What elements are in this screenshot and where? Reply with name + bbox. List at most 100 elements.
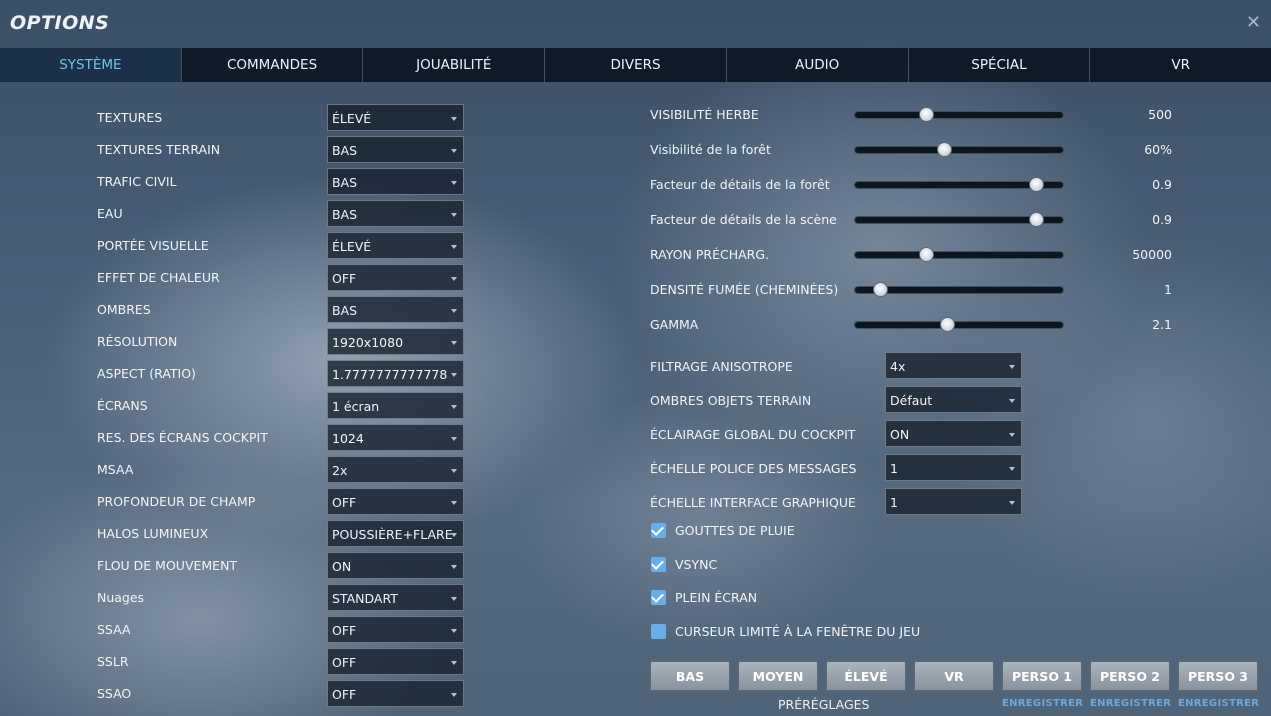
slider-facteur-de-details-de-la-foret[interactable] [854, 177, 1064, 192]
setting-label: SSAA [97, 622, 131, 637]
setting-label: OMBRES OBJETS TERRAIN [650, 393, 812, 408]
save-perso-1-link[interactable]: ENREGISTRER [1002, 698, 1083, 709]
dropdown-echelle-police-des-messages[interactable]: 1 [885, 454, 1022, 481]
tab-vr[interactable]: VR [1089, 48, 1271, 82]
dropdown-flou-de-mouvement[interactable]: ON [327, 552, 464, 579]
slider-handle[interactable] [937, 142, 953, 157]
chevron-down-icon [451, 213, 457, 217]
chevron-down-icon [1009, 365, 1015, 369]
tab-special[interactable]: SPÉCIAL [907, 48, 1090, 82]
dropdown-trafic-civil[interactable]: BAS [327, 168, 464, 195]
dropdown-ssao[interactable]: OFF [327, 680, 464, 707]
dropdown-textures[interactable]: ÉLEVÉ [327, 104, 464, 131]
checkbox[interactable] [651, 590, 666, 606]
dropdown-portee-visuelle[interactable]: ÉLEVÉ [327, 232, 464, 259]
preset-moyen-button[interactable]: MOYEN [738, 661, 818, 691]
slider-facteur-de-details-de-la-scene[interactable] [854, 212, 1064, 227]
dropdown-value: ON [332, 559, 352, 574]
slider-densite-fumee-cheminees[interactable] [854, 282, 1064, 297]
dropdown-value: POUSSIÈRE+FLARE [332, 527, 453, 542]
slider-row: VISIBILITÉ HERBE 500 [650, 101, 1180, 136]
slider-gamma[interactable] [854, 317, 1064, 332]
dropdown-filtrage-anisotrope[interactable]: 4x [885, 352, 1022, 379]
dropdown-effet-de-chaleur[interactable]: OFF [327, 264, 464, 291]
setting-row: PORTÉE VISUELLE ÉLEVÉ [97, 229, 467, 261]
slider-handle[interactable] [872, 282, 888, 297]
slider-handle[interactable] [939, 317, 955, 332]
chevron-down-icon [451, 437, 457, 441]
setting-row: OMBRES OBJETS TERRAIN Défaut [650, 384, 1022, 418]
slider-rayon-precharg[interactable] [854, 247, 1064, 262]
dropdown-echelle-interface-graphique[interactable]: 1 [885, 488, 1022, 515]
slider-visibilite-de-la-foret[interactable] [854, 142, 1064, 157]
dropdown-textures-terrain[interactable]: BAS [327, 136, 464, 163]
dropdown-msaa[interactable]: 2x [327, 456, 464, 483]
checkmark-icon [651, 523, 664, 536]
dropdown-value: OFF [332, 655, 357, 670]
preset-perso-2-button[interactable]: PERSO 2 [1090, 661, 1170, 691]
setting-row: TEXTURES ÉLEVÉ [97, 101, 467, 133]
slider-label: VISIBILITÉ HERBE [650, 107, 759, 122]
setting-row: EFFET DE CHALEUR OFF [97, 261, 467, 293]
checkbox-label: GOUTTES DE PLUIE [675, 523, 795, 538]
dropdown-value: ON [890, 427, 910, 442]
setting-label: FILTRAGE ANISOTROPE [650, 359, 793, 374]
setting-label: MSAA [97, 462, 134, 477]
checkmark-icon [651, 590, 664, 604]
save-perso-2-link[interactable]: ENREGISTRER [1090, 698, 1171, 709]
preset-perso-3-button[interactable]: PERSO 3 [1178, 661, 1258, 691]
dropdown-ombres[interactable]: BAS [327, 296, 464, 323]
save-perso-3-link[interactable]: ENREGISTRER [1178, 698, 1259, 709]
preset-vr-button[interactable]: VR [914, 661, 994, 691]
setting-label: PORTÉE VISUELLE [97, 238, 209, 253]
slider-visibilite-herbe[interactable] [854, 107, 1064, 122]
dropdown-aspect-ratio[interactable]: 1.7777777777778 [327, 360, 464, 387]
dropdown-sslr[interactable]: OFF [327, 648, 464, 675]
tab-audio[interactable]: AUDIO [725, 48, 908, 82]
dropdown-eclairage-global-du-cockpit[interactable]: ON [885, 420, 1022, 447]
chevron-down-icon [451, 117, 457, 121]
dropdown-profondeur-de-champ[interactable]: OFF [327, 488, 464, 515]
preset-bas-button[interactable]: BAS [650, 661, 730, 691]
checkbox-vsync[interactable]: VSYNC [650, 550, 1050, 580]
dropdown-nuages[interactable]: STANDART [327, 584, 464, 611]
preset-eleve-button[interactable]: ÉLEVÉ [826, 661, 906, 691]
dropdown-res-des-ecrans-cockpit[interactable]: 1024 [327, 424, 464, 451]
setting-row: MSAA 2x [97, 453, 467, 485]
slider-row: RAYON PRÉCHARG. 50000 [650, 241, 1180, 276]
tab-jouabilite[interactable]: JOUABILITÉ [362, 48, 544, 82]
close-icon[interactable]: ✕ [1246, 12, 1261, 33]
checkbox[interactable] [651, 556, 666, 572]
dropdown-eau[interactable]: BAS [327, 200, 464, 227]
slider-row: Facteur de détails de la scène 0.9 [650, 206, 1180, 241]
preset-perso-1-button[interactable]: PERSO 1 [1002, 661, 1082, 691]
tab-systeme[interactable]: SYSTÈME [0, 48, 181, 82]
slider-handle[interactable] [1028, 177, 1044, 192]
tab-commandes[interactable]: COMMANDES [180, 48, 363, 82]
dropdown-ombres-objets-terrain[interactable]: Défaut [885, 386, 1022, 413]
setting-row: ÉCRANS 1 écran [97, 389, 467, 421]
checkbox-gouttes-de-pluie[interactable]: GOUTTES DE PLUIE [650, 516, 1050, 546]
checkbox-curseur-limite-a-la-fenetre-du-jeu[interactable]: CURSEUR LIMITÉ À LA FENÊTRE DU JEU [650, 617, 1050, 647]
setting-label: ÉCRANS [97, 398, 148, 413]
dropdown-value: 4x [890, 359, 906, 374]
dropdown-halos-lumineux[interactable]: POUSSIÈRE+FLARE [327, 520, 464, 547]
dropdown-resolution[interactable]: 1920x1080 [327, 328, 464, 355]
checkbox[interactable] [651, 523, 666, 538]
dropdown-ssaa[interactable]: OFF [327, 616, 464, 643]
tab-divers[interactable]: DIVERS [544, 48, 726, 82]
chevron-down-icon [451, 469, 457, 473]
setting-label: SSAO [97, 686, 132, 701]
checkbox-plein-ecran[interactable]: PLEIN ÉCRAN [650, 583, 1050, 613]
checkbox[interactable] [651, 624, 666, 640]
setting-label: ÉCHELLE INTERFACE GRAPHIQUE [650, 495, 856, 510]
setting-row: TEXTURES TERRAIN BAS [97, 133, 467, 165]
chevron-down-icon [451, 405, 457, 409]
dropdown-ecrans[interactable]: 1 écran [327, 392, 464, 419]
slider-handle[interactable] [918, 247, 934, 262]
slider-handle[interactable] [918, 107, 934, 122]
slider-row: Visibilité de la forêt 60% [650, 136, 1180, 171]
slider-handle[interactable] [1028, 212, 1044, 227]
checkbox-label: PLEIN ÉCRAN [675, 590, 758, 606]
dropdown-value: OFF [332, 271, 357, 286]
